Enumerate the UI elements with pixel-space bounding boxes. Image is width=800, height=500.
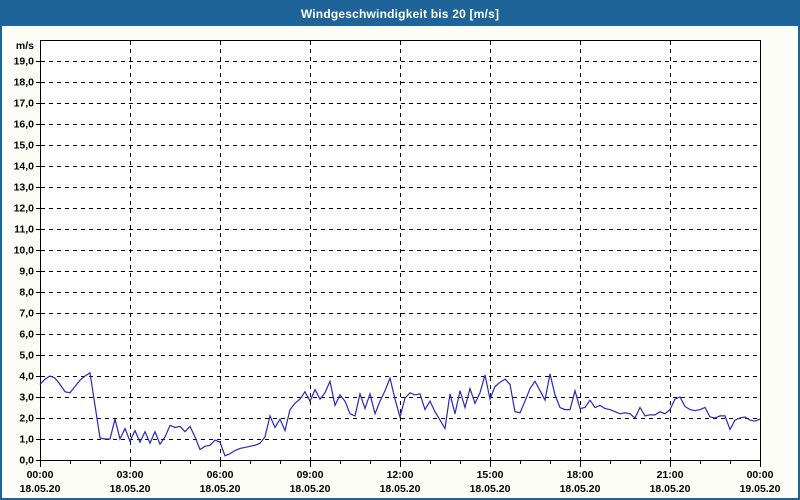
- x-tick-time-label: 00:00: [27, 469, 54, 481]
- y-tick-label: 17,0: [14, 98, 35, 110]
- y-tick-label: 10,0: [14, 245, 35, 257]
- y-tick-label: 2,0: [19, 413, 34, 425]
- x-tick-date-label: 18.05.20: [20, 483, 61, 495]
- x-tick-time-label: 21:00: [657, 469, 684, 481]
- y-tick-label: 7,0: [19, 308, 34, 320]
- y-tick-label: 3,0: [19, 392, 34, 404]
- x-tick-time-label: 09:00: [297, 469, 324, 481]
- y-tick-label: 8,0: [19, 287, 34, 299]
- y-tick-label: 16,0: [14, 119, 35, 131]
- y-tick-label: 13,0: [14, 182, 35, 194]
- y-tick-label: 6,0: [19, 329, 34, 341]
- x-tick-time-label: 18:00: [567, 469, 594, 481]
- x-tick-date-label: 18.05.20: [290, 483, 331, 495]
- y-tick-label: 18,0: [14, 77, 35, 89]
- chart-window: Windgeschwindigkeit bis 20 [m/s] 0,0 1,0 2…: [0, 0, 800, 500]
- y-tick-label: 0,0: [19, 455, 34, 467]
- y-tick-label: 15,0: [14, 140, 35, 152]
- x-tick-date-label: 18.05.20: [470, 483, 511, 495]
- x-tick-date-label: 18.05.20: [380, 483, 421, 495]
- x-tick-date-label: 18.05.20: [110, 483, 151, 495]
- x-tick-time-label: 15:00: [477, 469, 504, 481]
- y-tick-label: 12,0: [14, 203, 35, 215]
- y-tick-label: 9,0: [19, 266, 34, 278]
- x-tick-time-label: 06:00: [207, 469, 234, 481]
- x-tick-time-label: 00:00: [747, 469, 774, 481]
- x-tick-time-label: 03:00: [117, 469, 144, 481]
- x-tick-date-label: 18.05.20: [650, 483, 691, 495]
- window-title: Windgeschwindigkeit bis 20 [m/s]: [300, 7, 500, 21]
- y-axis-unit-label: m/s: [16, 40, 34, 52]
- y-tick-label: 4,0: [19, 371, 34, 383]
- wind-speed-chart: 0,0 1,0 2,0 3,0 4,0 5,0 6,0 7,0 8,0 9,0 10,0 11,0 12…: [14, 40, 781, 495]
- y-tick-label: 11,0: [14, 224, 34, 236]
- y-tick-label: 1,0: [19, 434, 34, 446]
- x-tick-time-label: 12:00: [387, 469, 414, 481]
- y-tick-label: 19,0: [14, 56, 35, 68]
- x-tick-date-label: 18.05.20: [560, 483, 601, 495]
- x-tick-date-label: 19.05.20: [740, 483, 781, 495]
- title-bar[interactable]: Windgeschwindigkeit bis 20 [m/s]: [2, 2, 798, 26]
- y-tick-label: 5,0: [19, 350, 34, 362]
- x-tick-date-label: 18.05.20: [200, 483, 241, 495]
- y-tick-label: 14,0: [14, 161, 35, 173]
